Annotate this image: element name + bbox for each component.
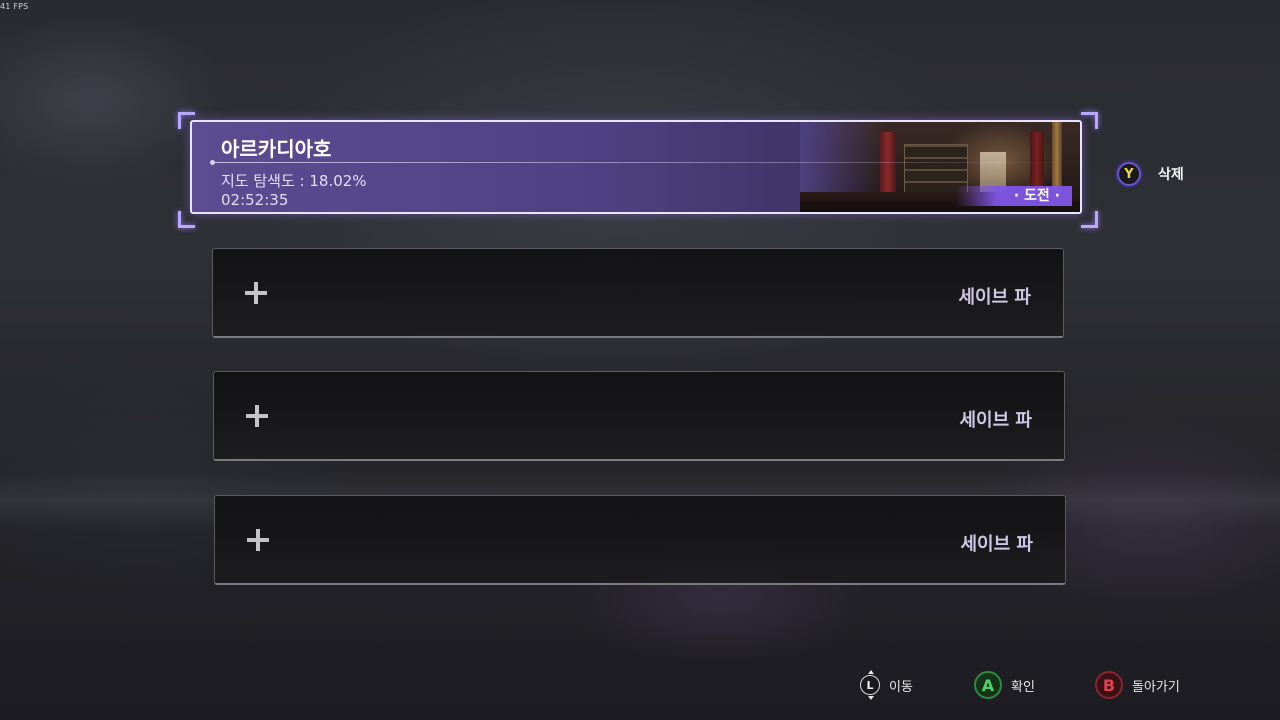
hint-back-label: 돌아가기: [1132, 679, 1180, 695]
selection-corner-icon: [1081, 211, 1098, 228]
empty-slot-label: 세이브 파: [959, 410, 1032, 431]
plus-icon: [247, 529, 269, 551]
difficulty-badge: · 도전 ·: [956, 186, 1072, 206]
hint-confirm[interactable]: A 확인: [974, 671, 1035, 699]
save-slot-4[interactable]: 세이브 파: [214, 495, 1066, 585]
b-button-icon: B: [1095, 671, 1123, 699]
delete-label: 삭제: [1158, 167, 1184, 183]
arrow-up-icon: [868, 670, 874, 674]
selection-corner-icon: [1081, 112, 1098, 129]
plus-icon: [246, 405, 268, 427]
hint-move-label: 이동: [889, 679, 913, 695]
divider-line: [212, 162, 1072, 163]
hint-back[interactable]: B 돌아가기: [1095, 671, 1180, 699]
save-slot-name: 아르카디아호: [221, 137, 332, 161]
hint-confirm-label: 확인: [1011, 679, 1035, 695]
fps-counter: 41 FPS: [0, 2, 29, 11]
empty-slot-label: 세이브 파: [960, 534, 1033, 555]
left-stick-letter: L: [866, 678, 874, 692]
left-stick-icon: L: [860, 670, 880, 700]
save-slot-3[interactable]: 세이브 파: [213, 371, 1065, 461]
delete-prompt[interactable]: Y 삭제: [1117, 159, 1184, 189]
empty-slot-label: 세이브 파: [958, 287, 1031, 308]
arrow-down-icon: [868, 696, 874, 700]
play-time: 02:52:35: [221, 191, 289, 209]
selected-slot-frame[interactable]: 아르카디아호 지도 탐색도 : 18.02% 02:52:35 · 도전 ·: [178, 112, 1098, 228]
save-slot-1[interactable]: 아르카디아호 지도 탐색도 : 18.02% 02:52:35 · 도전 ·: [190, 120, 1082, 214]
y-button-icon: Y: [1117, 162, 1141, 186]
save-slot-2[interactable]: 세이브 파: [212, 248, 1064, 338]
hint-move[interactable]: L 이동: [860, 670, 913, 700]
save-select-screen: 41 FPS 아르카디아호 지도 탐색도 : 18.02% 02:52:35 ·…: [0, 0, 1280, 720]
plus-icon: [245, 282, 267, 304]
a-button-icon: A: [974, 671, 1002, 699]
map-exploration: 지도 탐색도 : 18.02%: [221, 172, 367, 190]
